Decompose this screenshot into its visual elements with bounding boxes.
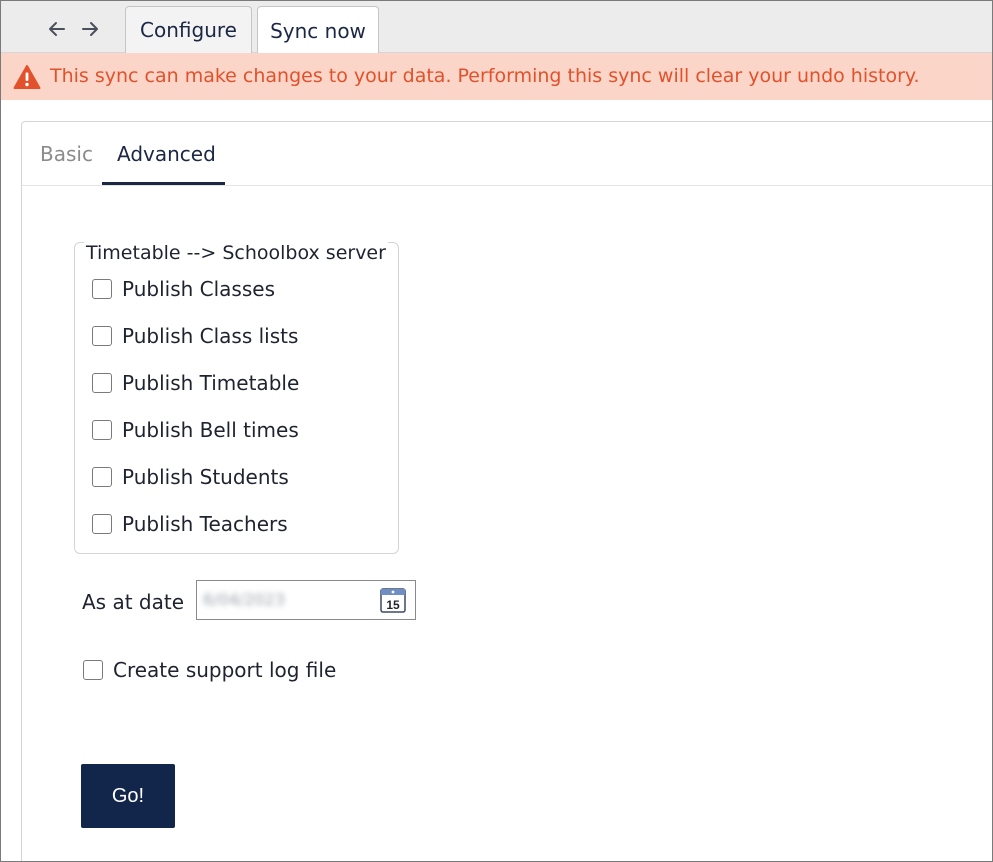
checkbox-label: Publish Students [122, 465, 289, 489]
checkbox-box[interactable] [92, 514, 112, 534]
checkbox-label: Publish Bell times [122, 418, 299, 442]
warning-text: This sync can make changes to your data.… [50, 65, 920, 87]
active-tab-indicator [102, 182, 225, 185]
tab-sync-now-label: Sync now [270, 18, 366, 43]
calendar-day: 15 [386, 598, 400, 612]
date-value: 6/04/2023 [203, 590, 286, 609]
checkbox-label: Publish Classes [122, 277, 275, 301]
checkbox-box[interactable] [92, 467, 112, 487]
checkbox-box[interactable] [92, 279, 112, 299]
publish-timetable-checkbox[interactable]: Publish Timetable [92, 371, 299, 395]
warning-banner: This sync can make changes to your data.… [1, 53, 992, 100]
checkbox-box[interactable] [92, 420, 112, 440]
window: Configure Sync now This sync can make ch… [0, 0, 993, 862]
calendar-icon[interactable]: 15 [379, 586, 407, 614]
warning-triangle-icon [13, 65, 41, 89]
tab-basic[interactable]: Basic [40, 142, 93, 166]
publish-class-lists-checkbox[interactable]: Publish Class lists [92, 324, 298, 348]
as-at-date-label: As at date [82, 590, 185, 614]
back-arrow-icon[interactable] [46, 18, 68, 40]
publish-classes-checkbox[interactable]: Publish Classes [92, 277, 275, 301]
checkbox-box[interactable] [83, 660, 103, 680]
tab-sync-now[interactable]: Sync now [257, 6, 379, 54]
tab-configure-label: Configure [140, 18, 237, 42]
top-bar: Configure Sync now [1, 1, 992, 54]
sync-panel: Basic Advanced Timetable --> Schoolbox s… [21, 121, 992, 861]
as-at-date-input[interactable]: 6/04/2023 15 [196, 580, 416, 620]
subtab-bar: Basic Advanced [22, 122, 992, 186]
group-legend: Timetable --> Schoolbox server [84, 242, 388, 264]
checkbox-label: Publish Class lists [122, 324, 299, 348]
publish-teachers-checkbox[interactable]: Publish Teachers [92, 512, 288, 536]
checkbox-label: Publish Teachers [122, 512, 288, 536]
checkbox-label: Create support log file [113, 658, 337, 682]
checkbox-label: Publish Timetable [122, 371, 300, 395]
publish-students-checkbox[interactable]: Publish Students [92, 465, 289, 489]
checkbox-box[interactable] [92, 373, 112, 393]
checkbox-box[interactable] [92, 326, 112, 346]
create-support-log-checkbox[interactable]: Create support log file [83, 658, 336, 682]
go-button[interactable]: Go! [81, 764, 175, 828]
tab-configure[interactable]: Configure [125, 6, 252, 53]
forward-arrow-icon[interactable] [79, 18, 101, 40]
tab-advanced[interactable]: Advanced [117, 142, 216, 166]
publish-bell-times-checkbox[interactable]: Publish Bell times [92, 418, 299, 442]
